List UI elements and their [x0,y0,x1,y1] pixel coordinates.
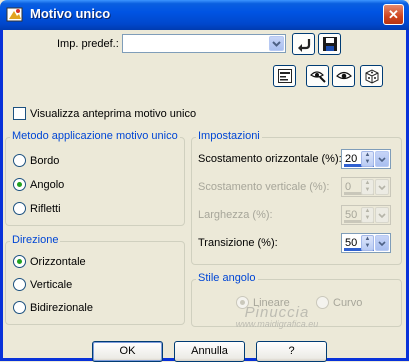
spinner-dropdown[interactable] [375,235,389,251]
corner-style-group-title: Stile angolo [196,272,258,284]
help-button[interactable]: ? [256,341,327,362]
eye-pan-icon [309,71,326,83]
radio-mirror[interactable] [13,202,26,215]
width-label: Larghezza (%): [198,209,273,221]
transition-label: Transizione (%): [198,237,278,249]
method-option-border[interactable]: Bordo [13,154,59,167]
load-preset-button[interactable] [292,33,315,55]
direction-option-label: Bidirezionale [30,301,93,314]
method-option-label: Bordo [30,154,60,167]
radio-bidirectional[interactable] [13,301,26,314]
direction-group-title: Direzione [10,234,61,246]
eye-button[interactable] [332,65,355,87]
radio-vertical[interactable] [13,278,26,291]
vertical-offset-spinner: 0 ▲ ▼ [341,177,391,197]
preview-checkbox-label: Visualizza anteprima motivo unico [30,107,197,120]
spinner-dropdown[interactable] [375,151,389,167]
preview-toggle-icon [277,69,292,83]
method-option-corner[interactable]: Angolo [13,178,64,191]
direction-option-bidirectional[interactable]: Bidirezionale [13,301,93,314]
transition-spinner[interactable]: 50 ▲ ▼ [341,233,391,253]
method-option-label: Rifletti [30,202,61,215]
chevron-down-icon [378,240,386,246]
window-title: Motivo unico [30,6,111,21]
randomize-dice-icon [365,69,378,84]
watermark-url: www.maidigrafica.eu [235,319,319,329]
method-option-mirror[interactable]: Rifletti [13,202,61,215]
spinner-dropdown [375,207,389,223]
eye-icon [335,71,352,80]
title-bar: Motivo unico ✕ [0,0,409,30]
horizontal-offset-spinner[interactable]: 20 ▲ ▼ [341,149,391,169]
save-preset-button[interactable] [318,33,341,55]
spinner-up-down-icon[interactable]: ▲ ▼ [361,235,374,251]
preset-label: Imp. predef.: [57,38,119,50]
direction-option-horizontal[interactable]: Orizzontale [13,255,86,268]
radio-horizontal[interactable] [13,255,26,268]
close-icon: ✕ [388,7,399,22]
load-preset-icon [297,39,310,52]
horizontal-offset-label: Scostamento orizzontale (%): [198,153,342,165]
preview-checkbox[interactable] [13,107,26,120]
spinner-up-down-icon[interactable]: ▲ ▼ [361,151,374,167]
chevron-down-icon [378,212,386,218]
radio-border[interactable] [13,154,26,167]
chevron-down-icon [378,156,386,162]
preset-dropdown-button[interactable] [269,36,284,51]
spinner-dropdown [375,179,389,195]
ok-button[interactable]: OK [92,341,163,362]
paint-program-icon [6,7,23,22]
width-spinner: 50 ▲ ▼ [341,205,391,225]
method-option-label: Angolo [30,178,65,191]
direction-option-label: Orizzontale [30,255,86,268]
randomize-button[interactable] [360,65,383,87]
save-preset-icon [322,37,337,51]
radio-corner[interactable] [13,178,26,191]
direction-option-label: Verticale [30,278,73,291]
chevron-down-icon [378,184,386,190]
settings-group-title: Impostazioni [196,130,262,142]
preview-toggle-button[interactable] [273,65,296,87]
direction-option-vertical[interactable]: Verticale [13,278,72,291]
preset-dropdown[interactable] [122,34,286,53]
spinner-up-down-icon: ▲ ▼ [361,207,374,223]
method-group-title: Metodo applicazione motivo unico [10,130,180,142]
eye-pan-button[interactable] [306,65,329,87]
watermark: Pinuccia www.maidigrafica.eu [207,304,347,329]
cancel-button[interactable]: Annulla [174,341,245,362]
spinner-up-down-icon: ▲ ▼ [361,179,374,195]
vertical-offset-label: Scostamento verticale (%): [198,181,330,193]
close-button[interactable]: ✕ [383,4,404,25]
chevron-down-icon [272,40,281,47]
preview-checkbox-row[interactable]: Visualizza anteprima motivo unico [13,107,196,120]
